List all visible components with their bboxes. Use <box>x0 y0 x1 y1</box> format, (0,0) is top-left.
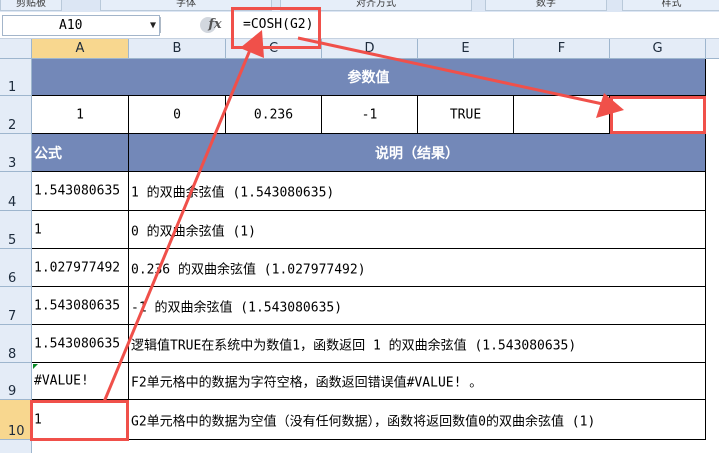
arrow-head-g2 <box>596 93 624 118</box>
arrow-head-formula <box>240 30 264 58</box>
arrow-to-formula <box>102 49 252 403</box>
arrow-to-g2 <box>297 36 613 108</box>
annotation-arrows <box>102 30 624 403</box>
